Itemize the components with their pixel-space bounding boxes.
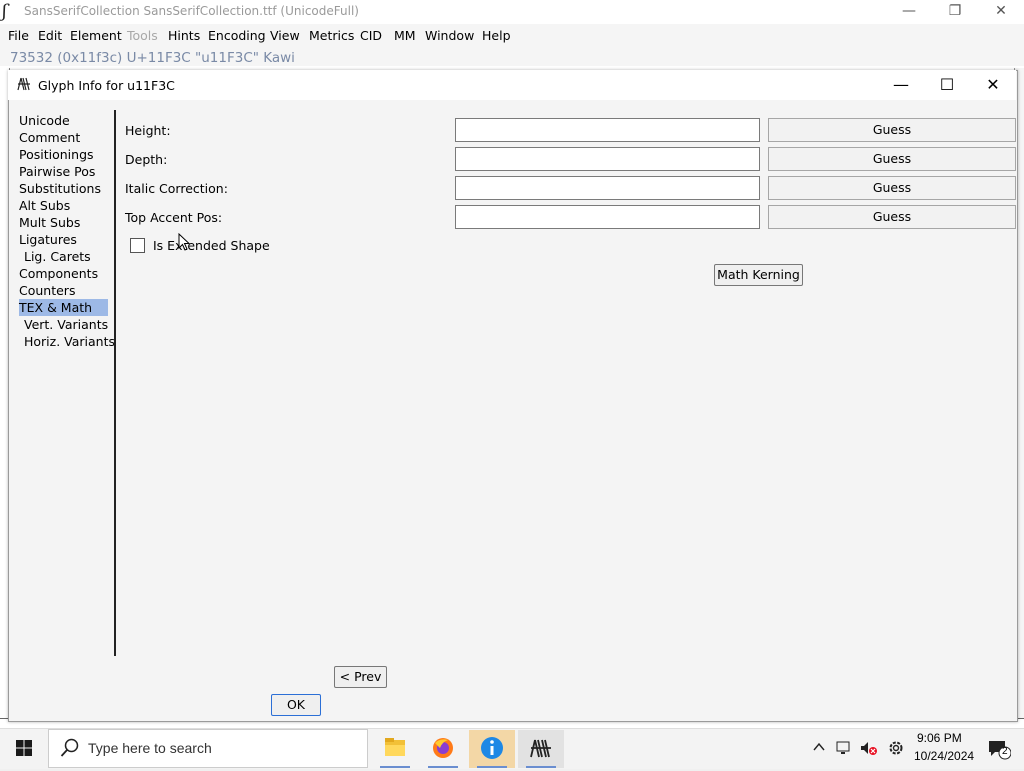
menu-tools[interactable]: Tools (127, 28, 158, 43)
menu-encoding[interactable]: Encoding (208, 28, 266, 43)
clock-date[interactable]: 10/24/2024 (914, 749, 974, 763)
nav-item-counters[interactable]: Counters (19, 282, 75, 299)
math-kerning-button[interactable]: Math Kerning (714, 264, 803, 286)
search-icon (60, 738, 80, 761)
settings-gear-icon[interactable] (887, 739, 905, 760)
windows-start-icon[interactable] (0, 728, 48, 768)
menu-element[interactable]: Element (70, 28, 122, 43)
taskbar-fontforge[interactable] (518, 730, 564, 768)
menu-help[interactable]: Help (482, 28, 511, 43)
height-input[interactable] (455, 118, 760, 142)
dialog-close-icon[interactable]: ✕ (970, 72, 1016, 98)
glyph-info-line: 73532 (0x11f3c) U+11F3C "u11F3C" Kawi (10, 50, 295, 66)
nav-item-components[interactable]: Components (19, 265, 98, 282)
clock-time[interactable]: 9:06 PM (917, 731, 962, 745)
menu-window[interactable]: Window (425, 28, 474, 43)
menu-view[interactable]: View (270, 28, 300, 43)
menu-metrics[interactable]: Metrics (309, 28, 354, 43)
network-icon[interactable] (836, 740, 852, 759)
is-extended-shape-label[interactable]: Is Extended Shape (153, 238, 270, 253)
nav-item-horiz-variants[interactable]: Horiz. Variants (24, 333, 115, 350)
menu-mm[interactable]: MM (394, 28, 416, 43)
nav-divider (114, 110, 116, 656)
nav-item-lig-carets[interactable]: Lig. Carets (24, 248, 91, 265)
taskbar-file-explorer[interactable] (372, 730, 418, 768)
menu-file[interactable]: File (8, 28, 29, 43)
italic-correction-guess-button[interactable]: Guess (768, 176, 1016, 200)
prev-button[interactable]: < Prev (334, 666, 387, 688)
top-accent-pos-input[interactable] (455, 205, 760, 229)
italic-correction-label: Italic Correction: (125, 181, 228, 196)
app-title: SansSerifCollection SansSerifCollection.… (24, 4, 359, 18)
nav-item-unicode[interactable]: Unicode (19, 112, 70, 129)
top-accent-pos-guess-button[interactable]: Guess (768, 205, 1016, 229)
nav-item-pairwise-pos[interactable]: Pairwise Pos (19, 163, 95, 180)
notification-count: 2 (1002, 746, 1008, 757)
menu-edit[interactable]: Edit (38, 28, 62, 43)
depth-input[interactable] (455, 147, 760, 171)
show-hidden-icons-chevron-icon[interactable] (812, 740, 826, 757)
nav-item-substitutions[interactable]: Substitutions (19, 180, 101, 197)
top-accent-pos-label: Top Accent Pos: (125, 210, 223, 225)
menu-cid[interactable]: CID (360, 28, 382, 43)
fontforge-dialog-icon (17, 77, 31, 91)
taskbar-firefox[interactable] (420, 730, 466, 768)
dialog-maximize-icon[interactable]: ☐ (924, 72, 970, 98)
nav-item-mult-subs[interactable]: Mult Subs (19, 214, 80, 231)
depth-label: Depth: (125, 152, 168, 167)
app-close-icon[interactable]: ✕ (978, 0, 1024, 24)
menu-hints[interactable]: Hints (168, 28, 200, 43)
nav-item-alt-subs[interactable]: Alt Subs (19, 197, 70, 214)
dialog-minimize-icon[interactable]: — (878, 72, 924, 98)
nav-item-tex-math[interactable]: TEX & Math (19, 299, 108, 316)
dialog-title: Glyph Info for u11F3C (38, 78, 175, 93)
taskbar-info-app[interactable] (469, 730, 515, 768)
depth-guess-button[interactable]: Guess (768, 147, 1016, 171)
fontforge-app-icon: ʃ (2, 1, 7, 22)
app-restore-icon[interactable]: ❐ (932, 0, 978, 24)
height-label: Height: (125, 123, 171, 138)
height-guess-button[interactable]: Guess (768, 118, 1016, 142)
volume-muted-icon[interactable] (860, 740, 878, 759)
italic-correction-input[interactable] (455, 176, 760, 200)
nav-item-vert-variants[interactable]: Vert. Variants (24, 316, 108, 333)
nav-item-ligatures[interactable]: Ligatures (19, 231, 77, 248)
app-minimize-icon[interactable]: — (886, 0, 932, 24)
is-extended-shape-checkbox[interactable] (130, 238, 145, 253)
ok-button[interactable]: OK (271, 694, 321, 716)
nav-item-comment[interactable]: Comment (19, 129, 80, 146)
nav-item-positionings[interactable]: Positionings (19, 146, 94, 163)
notifications-icon[interactable]: 2 (987, 738, 1012, 760)
search-placeholder[interactable]: Type here to search (88, 740, 212, 756)
